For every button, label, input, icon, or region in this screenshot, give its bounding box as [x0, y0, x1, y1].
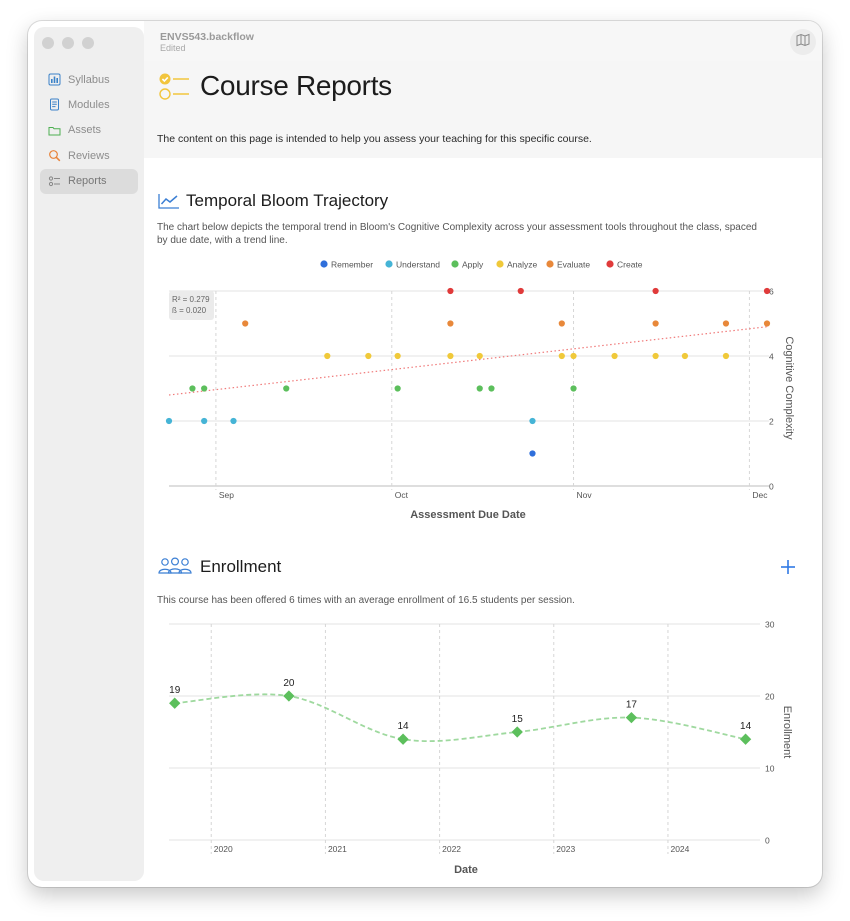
data-point [722, 352, 730, 360]
data-point [447, 352, 454, 360]
y-tick-label: 0 [769, 482, 774, 492]
y-tick-label: 2 [769, 417, 774, 427]
stats-label: ß = 0.020 [172, 306, 207, 315]
legend-swatch [496, 260, 504, 268]
data-point [529, 417, 536, 425]
data-point [558, 352, 565, 360]
data-point [394, 352, 401, 360]
y-axis-label: Cognitive Complexity [783, 336, 795, 440]
data-point [625, 711, 638, 724]
legend-swatch [606, 260, 614, 268]
x-axis-label: Assessment Due Date [410, 509, 526, 521]
data-point [511, 726, 523, 738]
legend-swatch [385, 260, 393, 268]
data-label: 19 [169, 685, 181, 696]
app-window: Syllabus Modules Assets Reviews Reports … [28, 21, 822, 887]
plus-icon [778, 560, 798, 581]
legend-label: Analyze [507, 260, 538, 270]
legend-label: Remember [331, 260, 373, 270]
data-point [529, 450, 536, 457]
x-tick-label: 2020 [214, 844, 233, 854]
legend-swatch [451, 260, 459, 268]
data-point [652, 320, 659, 327]
data-point [652, 287, 659, 295]
data-point [570, 385, 577, 392]
x-tick-label: Oct [395, 490, 409, 500]
data-point [722, 320, 730, 327]
data-point [230, 417, 237, 425]
series-line [174, 693, 746, 742]
y-tick-label: 20 [765, 692, 775, 702]
bloom-chart: Remember Understand Apply Analyze Evaluate Cr… [165, 260, 795, 876]
data-point [763, 287, 771, 295]
data-label: 15 [512, 714, 524, 725]
trend-line [168, 326, 768, 396]
enrollment-section-title: Enrollment [200, 557, 282, 576]
data-point [189, 385, 196, 392]
x-tick-label: 2021 [328, 844, 347, 854]
x-tick-label: 2023 [556, 844, 575, 854]
y-tick-label: 30 [765, 620, 775, 630]
data-point [365, 352, 372, 360]
data-point [201, 385, 208, 392]
data-point [558, 320, 565, 327]
data-point [394, 385, 401, 392]
legend-swatch [546, 260, 554, 268]
data-point [611, 352, 618, 360]
data-point [681, 352, 689, 360]
y-tick-label: 4 [769, 352, 774, 362]
data-point [763, 320, 771, 327]
y-axis-label: Enrollment [781, 706, 793, 759]
data-point [488, 385, 495, 392]
data-label: 14 [397, 721, 409, 732]
data-label: 17 [626, 700, 638, 711]
x-tick-label: Sep [219, 490, 234, 500]
stats-label: R² = 0.279 [172, 295, 210, 304]
data-label: 14 [740, 721, 752, 732]
x-tick-label: 2024 [670, 844, 689, 854]
data-point [397, 733, 409, 745]
data-point [652, 352, 659, 360]
y-tick-label: 0 [765, 836, 770, 846]
data-point [447, 287, 454, 295]
legend-label: Evaluate [557, 260, 590, 270]
enrollment-description: This course has been offered 6 times wit… [157, 595, 575, 606]
legend-label: Create [617, 260, 643, 270]
data-point [476, 352, 483, 360]
x-tick-label: Nov [577, 490, 593, 500]
data-point [570, 352, 577, 360]
data-point [242, 320, 249, 327]
legend-label: Understand [396, 260, 440, 270]
data-point [447, 320, 454, 327]
x-tick-label: Dec [752, 490, 768, 500]
data-label: 20 [283, 678, 295, 689]
data-point [283, 690, 295, 702]
data-point [324, 352, 331, 360]
data-point [476, 385, 483, 392]
data-point [283, 385, 290, 392]
people-icon [158, 557, 192, 580]
data-point [165, 417, 173, 425]
x-tick-label: 2022 [442, 844, 461, 854]
y-tick-label: 10 [765, 764, 775, 774]
data-point [169, 697, 181, 709]
data-point [739, 733, 752, 745]
legend-swatch [320, 260, 328, 268]
add-enrollment-button[interactable] [778, 557, 798, 577]
data-point [517, 287, 524, 295]
legend-label: Apply [462, 260, 484, 270]
data-point [201, 417, 208, 425]
x-axis-label: Date [454, 864, 478, 876]
